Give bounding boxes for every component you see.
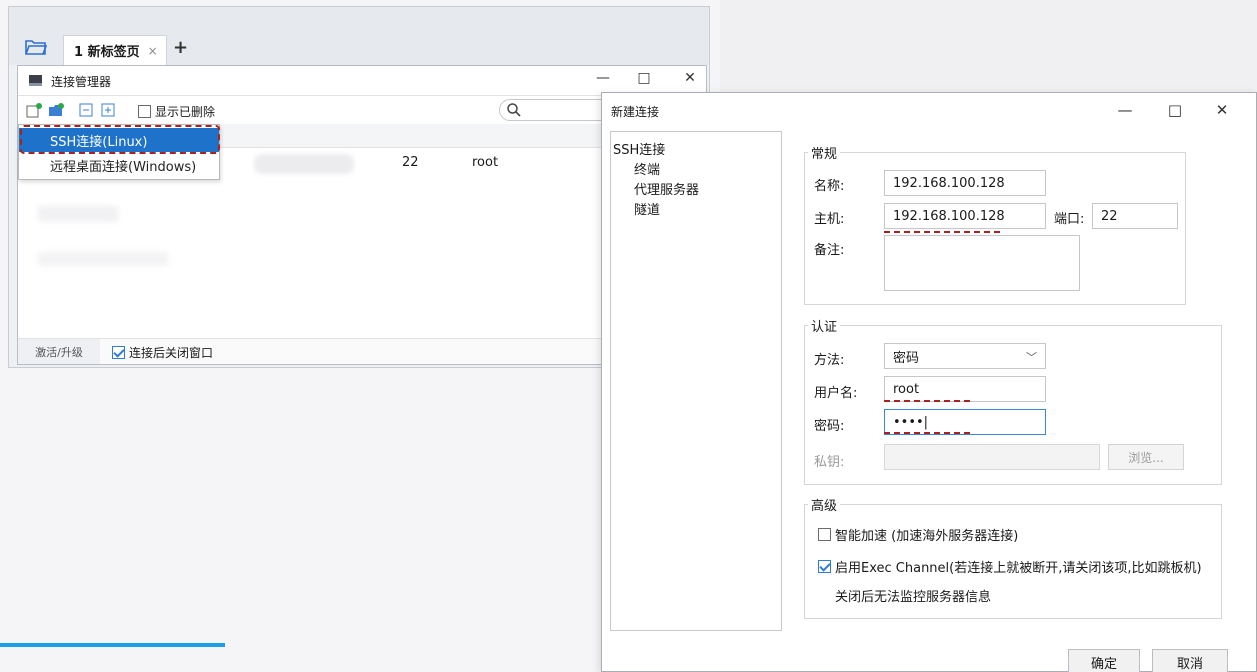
nav-item-ssh[interactable]: SSH连接 xyxy=(613,139,665,158)
exec-channel-label: 启用Exec Channel(若连接上就被断开,请关闭该项,比如跳板机) xyxy=(835,561,1202,576)
name-label: 名称: xyxy=(814,179,845,194)
advanced-legend: 高级 xyxy=(808,495,841,514)
name-value: 192.168.100.128 xyxy=(893,175,1005,191)
auth-method-select[interactable]: 密码 ﹀ xyxy=(884,343,1046,369)
host-underline-annotation xyxy=(884,231,1000,233)
maximize-button[interactable]: □ xyxy=(1164,101,1186,119)
blurred-host xyxy=(254,154,354,174)
browse-button: 浏览... xyxy=(1108,444,1184,470)
expand-all-icon[interactable] xyxy=(100,102,116,118)
search-icon xyxy=(507,103,521,117)
row-user: root xyxy=(472,155,499,170)
general-legend: 常规 xyxy=(808,143,841,162)
menu-item-rdp[interactable]: 远程桌面连接(Windows) xyxy=(19,153,219,177)
username-underline-annotation xyxy=(884,400,970,402)
host-value: 192.168.100.128 xyxy=(893,208,1005,224)
collapse-all-icon[interactable] xyxy=(78,102,94,118)
new-connection-dialog: 新建连接 — □ ✕ SSH连接 终端 代理服务器 隧道 常规 名称: 192.… xyxy=(601,92,1257,672)
minimize-button[interactable]: — xyxy=(593,70,613,86)
add-tab-button[interactable]: + xyxy=(173,37,188,58)
nav-item-proxy[interactable]: 代理服务器 xyxy=(634,179,699,198)
host-label: 主机: xyxy=(814,212,845,227)
maximize-button[interactable]: □ xyxy=(634,70,654,86)
new-folder-icon[interactable] xyxy=(48,102,64,118)
row-port: 22 xyxy=(402,155,419,170)
show-deleted-label: 显示已删除 xyxy=(155,105,216,119)
port-label: 端口: xyxy=(1054,212,1085,227)
method-label: 方法: xyxy=(814,353,845,368)
exec-channel-note: 关闭后无法监控服务器信息 xyxy=(835,590,992,605)
nav-item-terminal[interactable]: 终端 xyxy=(634,159,660,178)
protocol-menu: SSH连接(Linux) 远程桌面连接(Windows) xyxy=(18,124,220,180)
username-field[interactable]: root xyxy=(884,376,1046,402)
private-key-field xyxy=(884,444,1100,470)
private-key-label: 私钥: xyxy=(814,455,845,470)
cancel-button[interactable]: 取消 xyxy=(1152,649,1228,672)
auth-legend: 认证 xyxy=(808,316,841,335)
nav-item-tunnel[interactable]: 隧道 xyxy=(634,199,660,218)
tab-close-icon[interactable]: × xyxy=(148,44,158,58)
close-after-connect-checkbox[interactable]: 连接后关闭窗口 xyxy=(112,344,213,361)
close-after-connect-label: 连接后关闭窗口 xyxy=(129,346,214,360)
port-field[interactable]: 22 xyxy=(1092,203,1178,229)
ok-button[interactable]: 确定 xyxy=(1068,649,1140,672)
tab-new[interactable]: 1 新标签页 × xyxy=(63,35,167,65)
connection-manager-title: 连接管理器 xyxy=(51,75,112,89)
dialog-title: 新建连接 xyxy=(611,105,660,119)
note-field[interactable] xyxy=(884,235,1080,291)
settings-nav-tree: SSH连接 终端 代理服务器 隧道 xyxy=(610,131,782,631)
window-icon xyxy=(29,75,42,86)
dialog-titlebar: 新建连接 — □ ✕ xyxy=(602,93,1256,127)
tab-bar: 1 新标签页 × + xyxy=(9,7,709,65)
folder-icon[interactable] xyxy=(25,39,47,55)
smart-accel-checkbox[interactable]: 智能加速 (加速海外服务器连接) xyxy=(818,525,1018,544)
host-field[interactable]: 192.168.100.128 xyxy=(884,203,1046,229)
progress-bar xyxy=(0,643,225,647)
chevron-down-icon: ﹀ xyxy=(1026,351,1037,364)
blurred-row xyxy=(38,252,168,266)
checkbox-checked[interactable] xyxy=(818,560,831,573)
close-button[interactable]: ✕ xyxy=(680,70,700,86)
password-underline-annotation xyxy=(884,432,970,434)
close-button[interactable]: ✕ xyxy=(1211,101,1233,119)
name-field[interactable]: 192.168.100.128 xyxy=(884,170,1046,196)
exec-channel-checkbox[interactable]: 启用Exec Channel(若连接上就被断开,请关闭该项,比如跳板机) xyxy=(818,557,1202,576)
menu-item-ssh[interactable]: SSH连接(Linux) xyxy=(19,128,219,152)
username-value: root xyxy=(893,381,920,397)
password-value: ••••| xyxy=(893,414,929,430)
smart-accel-label: 智能加速 (加速海外服务器连接) xyxy=(835,529,1019,544)
method-value: 密码 xyxy=(893,350,920,366)
port-value: 22 xyxy=(1101,208,1118,224)
username-label: 用户名: xyxy=(814,386,858,401)
checkbox-checked[interactable] xyxy=(112,346,125,359)
checkbox-box[interactable] xyxy=(138,105,151,118)
activate-upgrade-button[interactable]: 激活/升级 xyxy=(18,339,100,364)
show-deleted-checkbox[interactable]: 显示已删除 xyxy=(138,103,215,120)
tab-label: 1 新标签页 xyxy=(74,45,140,60)
minimize-button[interactable]: — xyxy=(1114,101,1136,119)
checkbox-box[interactable] xyxy=(818,528,831,541)
password-label: 密码: xyxy=(814,419,845,434)
blurred-row xyxy=(38,206,118,222)
note-label: 备注: xyxy=(814,243,845,258)
new-connection-icon[interactable] xyxy=(26,102,42,118)
